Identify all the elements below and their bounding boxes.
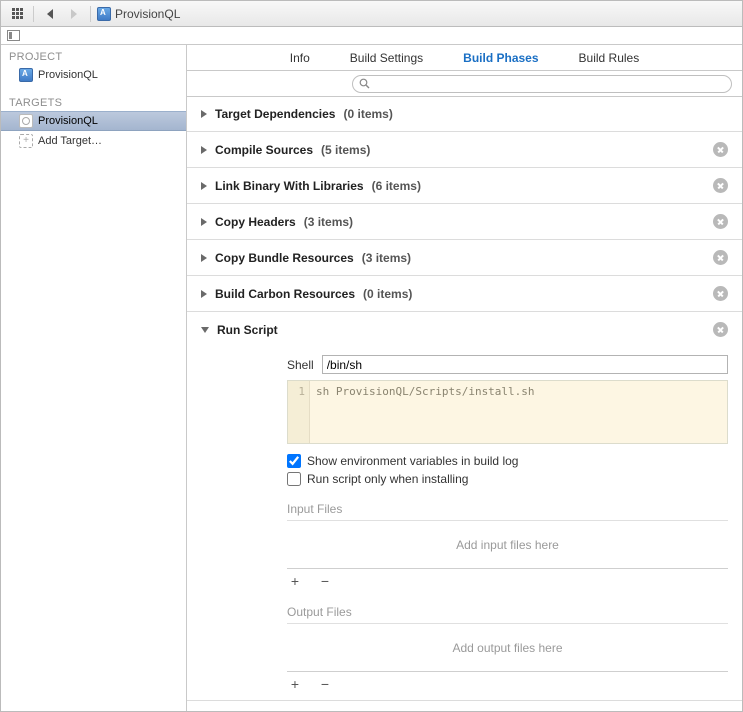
editor-subbar (1, 27, 742, 45)
project-icon (97, 7, 111, 21)
shell-input[interactable] (322, 355, 728, 374)
disclosure-triangle-icon[interactable] (201, 218, 207, 226)
disclosure-triangle-icon[interactable] (201, 254, 207, 262)
tab-build-settings[interactable]: Build Settings (350, 51, 423, 65)
run-only-install-checkbox[interactable] (287, 472, 301, 486)
delete-phase-button[interactable] (713, 214, 728, 229)
remove-output-file-button[interactable]: − (317, 676, 333, 692)
phase-title: Target Dependencies (215, 107, 335, 121)
add-input-file-button[interactable]: + (287, 573, 303, 589)
separator (90, 6, 91, 22)
output-files-dropzone[interactable]: Add output files here (287, 624, 728, 672)
tab-info[interactable]: Info (290, 51, 310, 65)
output-files-header: Output Files (287, 601, 728, 624)
phase-row[interactable]: Link Binary With Libraries (6 items) (187, 168, 742, 204)
search-row (187, 71, 742, 97)
show-env-label: Show environment variables in build log (307, 454, 518, 468)
phase-title: Build Carbon Resources (215, 287, 355, 301)
phase-title: Link Binary With Libraries (215, 179, 364, 193)
sidebar-add-target-label: Add Target… (38, 135, 102, 147)
phase-count: (6 items) (372, 179, 421, 193)
phase-count: (5 items) (321, 143, 370, 157)
build-phases-list: Target Dependencies (0 items) Compile So… (187, 97, 742, 711)
editor-tabbar: Info Build Settings Build Phases Build R… (187, 45, 742, 71)
phase-count: (3 items) (362, 251, 411, 265)
phase-title: Copy Headers (215, 215, 296, 229)
project-icon (19, 68, 33, 82)
shell-label: Shell (287, 358, 314, 372)
tab-build-phases[interactable]: Build Phases (463, 51, 538, 65)
sidebar-add-target[interactable]: + Add Target… (1, 131, 186, 151)
search-icon (359, 78, 370, 89)
phase-run-script: Run Script Shell 1 sh ProvisionQL/Script… (187, 312, 742, 701)
phase-row[interactable]: Build Carbon Resources (0 items) (187, 276, 742, 312)
script-code: sh ProvisionQL/Scripts/install.sh (310, 381, 727, 443)
line-number: 1 (288, 381, 310, 443)
editor-content: Info Build Settings Build Phases Build R… (187, 45, 742, 711)
phase-title: Copy Bundle Resources (215, 251, 354, 265)
delete-phase-button[interactable] (713, 178, 728, 193)
sidebar-target-item[interactable]: ProvisionQL (1, 111, 186, 131)
project-sidebar: PROJECT ProvisionQL TARGETS ProvisionQL … (1, 45, 187, 711)
delete-phase-button[interactable] (713, 250, 728, 265)
input-files-dropzone[interactable]: Add input files here (287, 521, 728, 569)
phase-title: Compile Sources (215, 143, 313, 157)
phase-row[interactable]: Compile Sources (5 items) (187, 132, 742, 168)
disclosure-triangle-icon[interactable] (201, 290, 207, 298)
script-editor[interactable]: 1 sh ProvisionQL/Scripts/install.sh (287, 380, 728, 444)
disclosure-triangle-icon[interactable] (201, 182, 207, 190)
phase-row[interactable]: Run Script (187, 312, 742, 347)
breadcrumb[interactable]: ProvisionQL (97, 7, 180, 21)
phase-row[interactable]: Copy Headers (3 items) (187, 204, 742, 240)
add-output-file-button[interactable]: + (287, 676, 303, 692)
tab-build-rules[interactable]: Build Rules (579, 51, 640, 65)
input-files-section: Input Files Add input files here + − (287, 498, 728, 589)
add-icon: + (19, 134, 33, 148)
editor-layout-button[interactable] (7, 30, 20, 41)
sidebar-project-item[interactable]: ProvisionQL (1, 65, 186, 85)
disclosure-triangle-icon[interactable] (201, 146, 207, 154)
sidebar-header-project: PROJECT (1, 45, 186, 65)
related-items-button[interactable] (7, 5, 27, 23)
nav-back-button[interactable] (40, 5, 60, 23)
target-icon (19, 114, 33, 128)
delete-phase-button[interactable] (713, 286, 728, 301)
phase-title: Run Script (217, 323, 278, 337)
search-field[interactable] (352, 75, 732, 93)
show-env-checkbox[interactable] (287, 454, 301, 468)
disclosure-triangle-icon[interactable] (201, 327, 209, 333)
run-only-install-label: Run script only when installing (307, 472, 468, 486)
delete-phase-button[interactable] (713, 142, 728, 157)
top-toolbar: ProvisionQL (1, 1, 742, 27)
phase-count: (0 items) (363, 287, 412, 301)
disclosure-triangle-icon[interactable] (201, 110, 207, 118)
sidebar-project-name: ProvisionQL (38, 69, 98, 81)
breadcrumb-title: ProvisionQL (115, 7, 180, 21)
run-script-body: Shell 1 sh ProvisionQL/Scripts/install.s… (187, 347, 742, 700)
phase-count: (0 items) (343, 107, 392, 121)
phase-row[interactable]: Copy Bundle Resources (3 items) (187, 240, 742, 276)
delete-phase-button[interactable] (713, 322, 728, 337)
separator (33, 6, 34, 22)
sidebar-target-name: ProvisionQL (38, 115, 98, 127)
phase-count: (3 items) (304, 215, 353, 229)
output-files-section: Output Files Add output files here + − (287, 601, 728, 692)
sidebar-header-targets: TARGETS (1, 91, 186, 111)
phase-row[interactable]: Target Dependencies (0 items) (187, 97, 742, 132)
input-files-header: Input Files (287, 498, 728, 521)
search-input[interactable] (374, 78, 725, 90)
nav-forward-button[interactable] (64, 5, 84, 23)
remove-input-file-button[interactable]: − (317, 573, 333, 589)
